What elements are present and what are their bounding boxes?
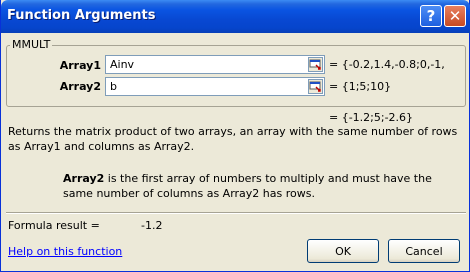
formula-result-label: Formula result = — [8, 219, 100, 232]
array1-input[interactable]: Ainv — [105, 55, 325, 74]
argument-name: Array2 — [63, 172, 105, 185]
argument-help-text: is the first array of numbers to multipl… — [63, 172, 432, 200]
function-name: MMULT — [10, 38, 53, 51]
function-result: = {-1.2;5;-2.6} — [329, 111, 414, 124]
collapse-dialog-icon[interactable] — [308, 79, 323, 94]
array2-value: b — [110, 80, 117, 93]
dialog-title: Function Arguments — [7, 8, 156, 23]
array1-result: = {-0.2,1.4,-0.8;0,-1, — [329, 58, 445, 71]
argument-description: Array2 is the first array of numbers to … — [63, 171, 463, 201]
function-arguments-dialog: Function Arguments ? ✕ MMULT Array1 Ainv… — [0, 0, 470, 272]
ok-button[interactable]: OK — [307, 239, 379, 263]
cancel-button[interactable]: Cancel — [388, 239, 460, 263]
array2-input[interactable]: b — [105, 77, 325, 96]
collapse-dialog-icon[interactable] — [308, 57, 323, 72]
close-icon: ✕ — [448, 7, 462, 25]
divider — [6, 212, 466, 214]
title-bar[interactable]: Function Arguments ? ✕ — [1, 0, 470, 33]
array2-label: Array2 — [59, 80, 101, 93]
formula-result-value: -1.2 — [141, 219, 163, 232]
array1-label: Array1 — [59, 59, 101, 72]
close-button[interactable]: ✕ — [444, 5, 466, 27]
array1-value: Ainv — [110, 58, 135, 71]
question-mark-icon: ? — [426, 7, 436, 25]
function-description: Returns the matrix product of two arrays… — [8, 125, 458, 153]
help-button[interactable]: ? — [420, 5, 442, 27]
array2-result: = {1;5;10} — [329, 80, 392, 93]
help-on-function-link[interactable]: Help on this function — [8, 245, 122, 258]
